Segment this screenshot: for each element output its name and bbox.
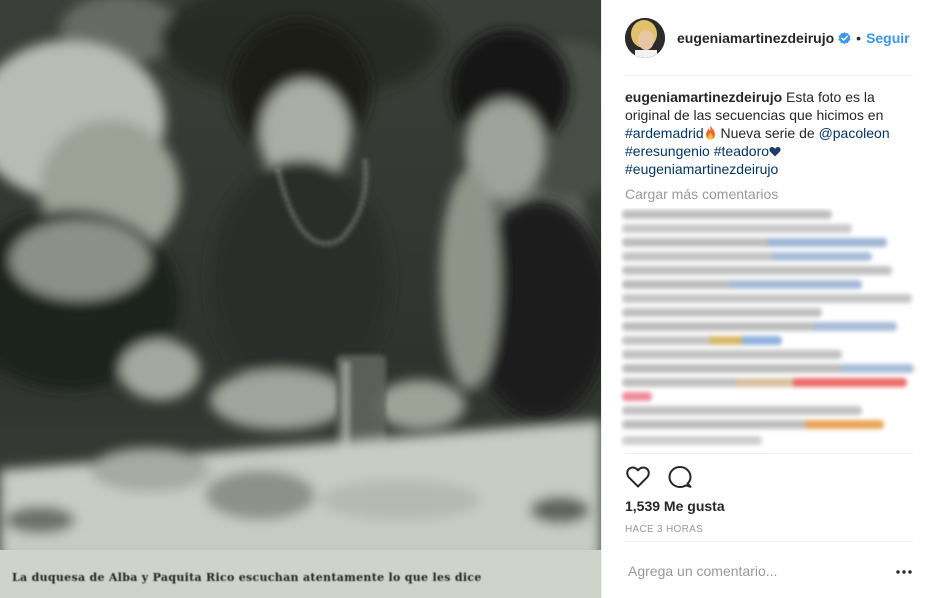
heart-emoji-icon <box>769 147 781 157</box>
instagram-post: La duquesa de Alba y Paquita Rico escuch… <box>0 0 937 598</box>
header-separator: • <box>856 30 862 46</box>
hashtag-teadoro[interactable]: #teadoro <box>714 143 769 159</box>
hashtag-eresungenio[interactable]: #eresungenio <box>625 143 710 159</box>
blurred-comments-area <box>620 208 920 450</box>
post-photo[interactable]: La duquesa de Alba y Paquita Rico escuch… <box>0 0 601 598</box>
heart-icon[interactable] <box>625 464 651 490</box>
post-timestamp: HACE 3 HORAS <box>625 524 704 535</box>
hashtag-eugeniamartinezdeirujo[interactable]: #eugeniamartinezdeirujo <box>625 161 778 177</box>
more-options-icon <box>896 570 912 574</box>
fire-emoji-icon <box>705 125 715 140</box>
more-options-button[interactable] <box>892 560 916 584</box>
actions-divider <box>625 453 913 454</box>
mention-pacoleon[interactable]: @pacoleon <box>819 125 890 141</box>
follow-button[interactable]: Seguir <box>866 30 910 46</box>
caption-username[interactable]: eugeniamartinezdeirujo <box>625 89 782 105</box>
header-divider <box>625 75 913 76</box>
avatar-image <box>625 18 665 58</box>
photo-caption-text: La duquesa de Alba y Paquita Rico escuch… <box>12 570 482 584</box>
load-more-comments-link[interactable]: Cargar más comentarios <box>625 186 778 202</box>
header-username[interactable]: eugeniamartinezdeirujo <box>677 30 834 46</box>
caption-text-2: Nueva serie de <box>720 125 815 141</box>
hashtag-ardemadrid[interactable]: #ardemadrid <box>625 125 704 141</box>
verified-badge-icon <box>838 31 851 44</box>
post-side-panel: eugeniamartinezdeirujo • Seguir eugeniam… <box>601 0 937 598</box>
avatar[interactable] <box>625 18 665 58</box>
post-actions <box>625 464 693 490</box>
comment-divider <box>625 541 913 542</box>
likes-count[interactable]: 1,539 Me gusta <box>625 498 725 514</box>
post-caption: eugeniamartinezdeirujo Esta foto es la o… <box>625 88 915 178</box>
vintage-photo-image <box>0 0 601 598</box>
add-comment-input[interactable] <box>625 556 883 586</box>
comment-icon[interactable] <box>667 464 693 490</box>
post-header: eugeniamartinezdeirujo • Seguir <box>602 0 937 76</box>
